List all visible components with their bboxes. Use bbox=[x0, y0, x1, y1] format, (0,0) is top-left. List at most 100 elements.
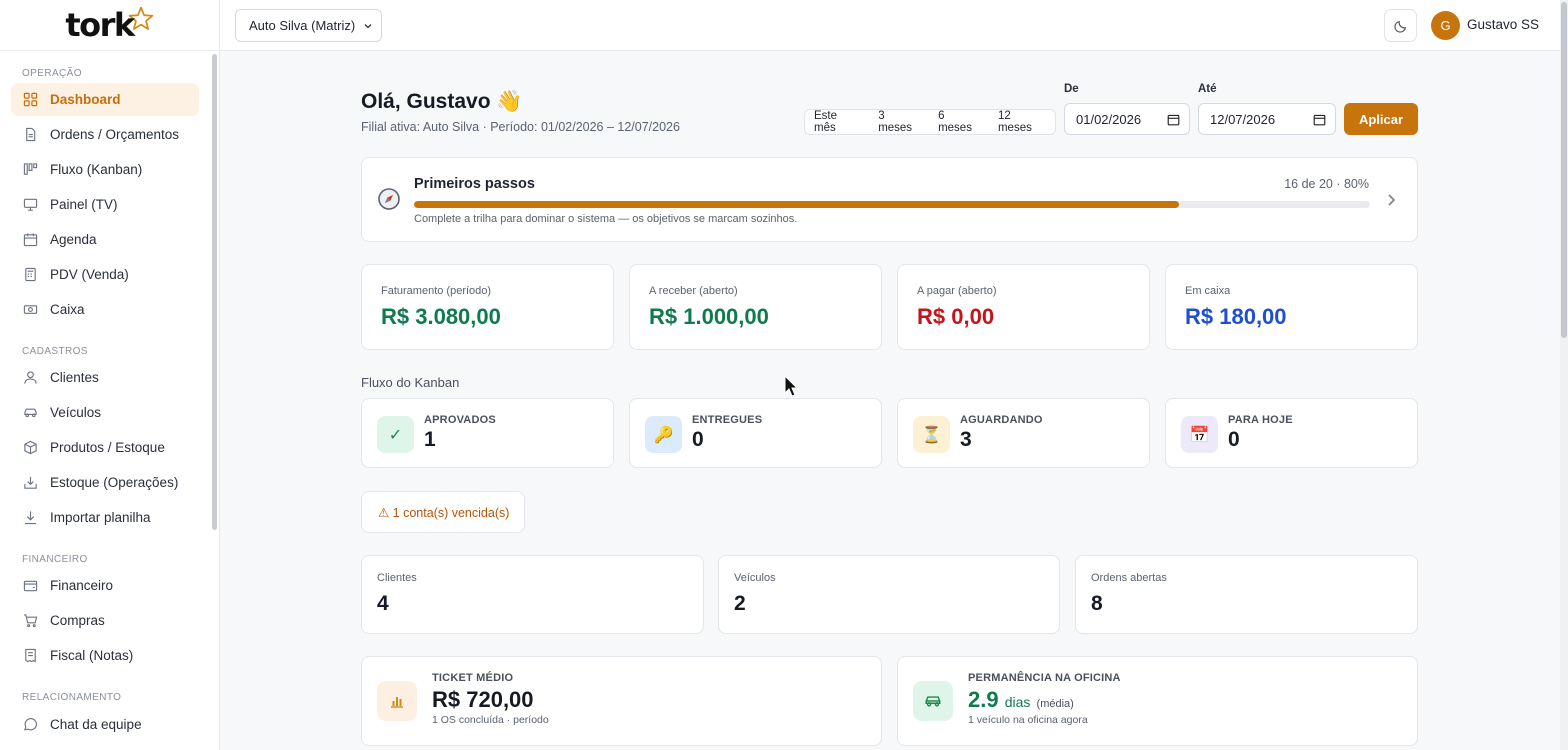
topbar: Auto Silva (Matriz) G Gustavo SS bbox=[220, 0, 1560, 51]
onboarding-progress-bar bbox=[414, 201, 1370, 208]
kanban-label: ENTREGUES bbox=[692, 414, 763, 426]
moon-icon bbox=[1393, 20, 1406, 33]
cash-icon bbox=[23, 305, 38, 314]
page-scrollbar-thumb[interactable] bbox=[1561, 2, 1567, 338]
metric-value-number: 2.9 bbox=[968, 687, 999, 712]
sidebar-item-veiculos[interactable]: Veículos bbox=[11, 396, 199, 429]
kanban-card-aguardando[interactable]: ⏳ AGUARDANDO 3 bbox=[897, 398, 1150, 468]
count-clientes[interactable]: Clientes 4 bbox=[361, 555, 704, 634]
sidebar: tork OPERAÇÃO Dashboard Ordens / Orçamen… bbox=[0, 0, 220, 750]
kanban-card-entregues[interactable]: 🔑 ENTREGUES 0 bbox=[629, 398, 882, 468]
section-cadastros: CADASTROS bbox=[22, 346, 88, 357]
overdue-alert-badge[interactable]: ⚠ 1 conta(s) vencida(s) bbox=[361, 491, 525, 533]
kpi-a-pagar: A pagar (aberto) R$ 0,00 bbox=[897, 264, 1150, 350]
metric-value-note: (média) bbox=[1036, 698, 1074, 710]
sidebar-item-importar[interactable]: Importar planilha bbox=[11, 501, 199, 534]
user-icon bbox=[24, 371, 37, 384]
logo-text: tork bbox=[65, 6, 135, 44]
preset-12-meses[interactable]: 12 meses bbox=[989, 110, 1055, 134]
kanban-label: PARA HOJE bbox=[1228, 414, 1293, 426]
count-value: 2 bbox=[734, 592, 746, 615]
sidebar-item-produtos[interactable]: Produtos / Estoque bbox=[11, 431, 199, 464]
car-icon bbox=[913, 681, 953, 721]
branch-select[interactable]: Auto Silva (Matriz) bbox=[235, 9, 382, 42]
sidebar-item-label: Veículos bbox=[50, 405, 102, 420]
page-title: Olá, Gustavo 👋 bbox=[361, 90, 523, 113]
sidebar-item-chat[interactable]: Chat da equipe bbox=[11, 708, 199, 741]
chat-icon bbox=[24, 718, 37, 731]
page-scrollbar[interactable] bbox=[1560, 0, 1568, 750]
count-value: 8 bbox=[1091, 592, 1103, 615]
sidebar-item-financeiro[interactable]: Financeiro bbox=[11, 569, 199, 602]
sidebar-item-label: Importar planilha bbox=[50, 510, 151, 525]
to-date-value: 12/07/2026 bbox=[1210, 111, 1276, 127]
sidebar-item-kanban[interactable]: Fluxo (Kanban) bbox=[11, 153, 199, 186]
sidebar-item-clientes[interactable]: Clientes bbox=[11, 361, 199, 394]
from-date-label: De bbox=[1064, 83, 1079, 95]
onboarding-progress-text: 16 de 20 · 80% bbox=[1284, 177, 1369, 191]
sidebar-item-compras[interactable]: Compras bbox=[11, 604, 199, 637]
metric-value-unit: dias bbox=[1004, 694, 1031, 710]
kanban-card-aprovados[interactable]: ✓ APROVADOS 1 bbox=[361, 398, 614, 468]
key-icon: 🔑 bbox=[645, 416, 682, 453]
bar-chart-icon bbox=[377, 681, 417, 721]
chevron-down-icon bbox=[364, 24, 372, 29]
kpi-faturamento: Faturamento (período) R$ 3.080,00 bbox=[361, 264, 614, 350]
kpi-em-caixa: Em caixa R$ 180,00 bbox=[1165, 264, 1418, 350]
sidebar-item-dashboard[interactable]: Dashboard bbox=[11, 83, 199, 116]
calendar-icon bbox=[1313, 114, 1326, 126]
calendar-icon bbox=[23, 233, 38, 247]
kanban-value: 0 bbox=[1228, 428, 1240, 451]
theme-toggle-button[interactable] bbox=[1384, 9, 1417, 42]
sidebar-item-agenda[interactable]: Agenda bbox=[11, 223, 199, 256]
user-name[interactable]: Gustavo SS bbox=[1467, 17, 1539, 32]
kanban-label: AGUARDANDO bbox=[960, 414, 1043, 426]
sidebar-scrollbar[interactable] bbox=[212, 54, 217, 530]
sidebar-item-label: Ordens / Orçamentos bbox=[50, 127, 180, 142]
sidebar-item-caixa[interactable]: Caixa bbox=[11, 293, 199, 326]
sidebar-item-painel[interactable]: Painel (TV) bbox=[11, 188, 199, 221]
sidebar-item-fiscal[interactable]: Fiscal (Notas) bbox=[11, 639, 199, 672]
count-label: Clientes bbox=[377, 572, 417, 584]
pos-icon bbox=[25, 267, 36, 282]
mouse-cursor-icon bbox=[784, 375, 798, 397]
sidebar-item-pdv[interactable]: PDV (Venda) bbox=[11, 258, 199, 291]
sidebar-item-label: Compras bbox=[50, 613, 105, 628]
sidebar-item-label: Clientes bbox=[50, 370, 99, 385]
cart-icon bbox=[23, 614, 38, 628]
kpi-value: R$ 1.000,00 bbox=[649, 304, 769, 329]
section-relacionamento: RELACIONAMENTO bbox=[22, 692, 122, 703]
metric-value: 2.9 dias (média) bbox=[968, 687, 1074, 713]
kpi-value: R$ 0,00 bbox=[917, 304, 995, 329]
kanban-card-para-hoje[interactable]: 📅 PARA HOJE 0 bbox=[1165, 398, 1418, 468]
onboarding-card[interactable]: Primeiros passos 16 de 20 · 80% Complete… bbox=[361, 157, 1418, 242]
chevron-right-icon bbox=[1388, 194, 1396, 206]
preset-este-mes[interactable]: Este mês bbox=[805, 110, 869, 134]
sidebar-item-ordens[interactable]: Ordens / Orçamentos bbox=[11, 118, 199, 151]
grid-icon bbox=[23, 92, 38, 107]
count-ordens-abertas[interactable]: Ordens abertas 8 bbox=[1075, 555, 1418, 634]
inbox-icon bbox=[24, 476, 37, 489]
box-icon bbox=[24, 440, 37, 455]
preset-6-meses[interactable]: 6 meses bbox=[929, 110, 989, 134]
count-veiculos[interactable]: Veículos 2 bbox=[718, 555, 1060, 634]
sidebar-item-label: Estoque (Operações) bbox=[50, 475, 179, 490]
logo[interactable]: tork bbox=[0, 0, 219, 51]
kpi-value: R$ 3.080,00 bbox=[381, 304, 501, 329]
apply-button[interactable]: Aplicar bbox=[1344, 103, 1418, 135]
kpi-label: A pagar (aberto) bbox=[917, 285, 997, 297]
kpi-value: R$ 180,00 bbox=[1185, 304, 1287, 329]
sidebar-item-estoque-operacoes[interactable]: Estoque (Operações) bbox=[11, 466, 199, 499]
section-financeiro: FINANCEIRO bbox=[22, 554, 88, 565]
to-date-input[interactable]: 12/07/2026 bbox=[1198, 103, 1336, 135]
branch-select-value: Auto Silva (Matriz) bbox=[249, 18, 356, 33]
sidebar-item-label: Financeiro bbox=[50, 578, 114, 593]
avatar[interactable]: G bbox=[1431, 11, 1460, 40]
metric-sub: 1 OS concluída · período bbox=[432, 714, 549, 726]
sidebar-item-label: Painel (TV) bbox=[50, 197, 118, 212]
onboarding-title: Primeiros passos bbox=[414, 176, 535, 192]
from-date-input[interactable]: 01/02/2026 bbox=[1064, 103, 1190, 135]
sidebar-item-label: Fluxo (Kanban) bbox=[50, 162, 143, 177]
preset-3-meses[interactable]: 3 meses bbox=[869, 110, 929, 134]
metric-label: TICKET MÉDIO bbox=[432, 672, 514, 684]
